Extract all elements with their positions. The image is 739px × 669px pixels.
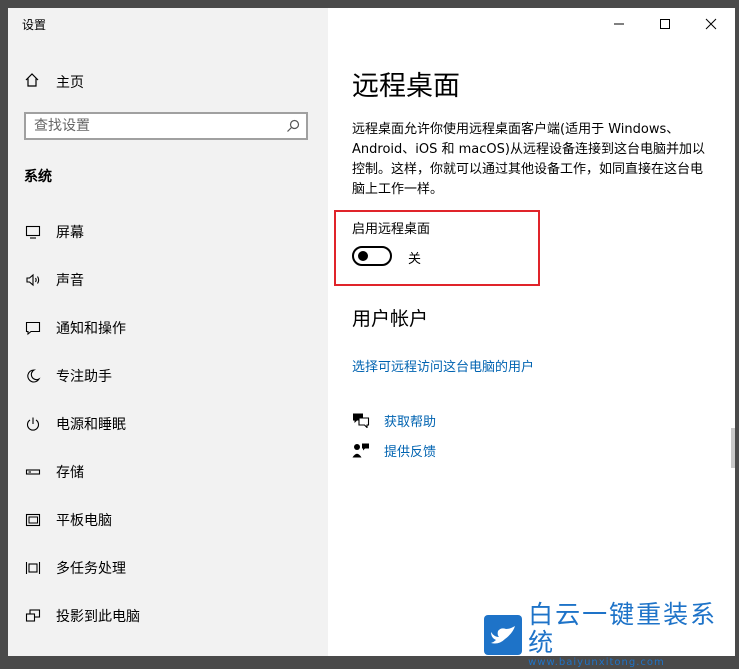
- sidebar-item-label: 多任务处理: [56, 561, 126, 577]
- page-description: 远程桌面允许你使用远程桌面客户端(适用于 Windows、Android、iOS…: [352, 122, 705, 197]
- sidebar-item-label: 投影到此电脑: [56, 609, 140, 625]
- watermark-title: 白云一键重装系统: [528, 600, 718, 657]
- sidebar-item-sound[interactable]: 声音: [8, 256, 328, 304]
- remote-desktop-toggle[interactable]: [352, 246, 392, 266]
- bird-logo-icon: [484, 615, 523, 655]
- maximize-icon: [659, 15, 671, 34]
- sidebar-item-display[interactable]: 屏幕: [8, 208, 328, 256]
- give-feedback-row[interactable]: 提供反馈: [352, 440, 436, 460]
- maximize-button[interactable]: [642, 8, 688, 40]
- select-users-link[interactable]: 选择可远程访问这台电脑的用户: [352, 356, 534, 375]
- project-icon: [24, 607, 42, 625]
- home-nav-item[interactable]: 主页: [24, 72, 84, 92]
- search-input[interactable]: [26, 114, 280, 138]
- sidebar-item-label: 屏幕: [56, 225, 84, 241]
- notification-icon: [24, 319, 42, 337]
- sidebar-item-label: 存储: [56, 465, 84, 481]
- get-help-link: 获取帮助: [384, 414, 437, 430]
- get-help-row[interactable]: 获取帮助: [352, 410, 436, 430]
- help-chat-icon: [352, 411, 370, 429]
- power-icon: [24, 415, 42, 433]
- moon-icon: [24, 367, 42, 385]
- section-title: 系统: [24, 169, 52, 185]
- tablet-icon: [24, 511, 42, 529]
- speaker-icon: [24, 271, 42, 289]
- sidebar-nav: 屏幕 声音 通知和操作 专注助手 电源和睡眠 存储 平板电脑 多任务处理 投影到…: [8, 208, 328, 640]
- scrollbar-edge[interactable]: [731, 428, 735, 468]
- sidebar-item-label: 专注助手: [56, 369, 112, 385]
- watermark: 白云一键重装系统 www.baiyunxitong.com: [484, 601, 734, 668]
- storage-icon: [24, 463, 42, 481]
- sidebar-item-label: 平板电脑: [56, 513, 112, 529]
- search-box: [24, 112, 308, 140]
- sidebar-item-multitasking[interactable]: 多任务处理: [8, 544, 328, 592]
- main-content: 远程桌面 远程桌面允许你使用远程桌面客户端(适用于 Windows、Androi…: [328, 8, 735, 656]
- watermark-text: 白云一键重装系统 www.baiyunxitong.com: [528, 601, 734, 669]
- settings-window: 设置 主页 系统 屏幕 声: [8, 8, 735, 656]
- toggle-label: 启用远程桌面: [352, 222, 431, 237]
- sidebar-item-notifications[interactable]: 通知和操作: [8, 304, 328, 352]
- watermark-url: www.baiyunxitong.com: [528, 657, 665, 668]
- sidebar-item-power-sleep[interactable]: 电源和睡眠: [8, 400, 328, 448]
- home-label: 主页: [56, 75, 84, 91]
- feedback-icon: [352, 441, 370, 459]
- sidebar-item-storage[interactable]: 存储: [8, 448, 328, 496]
- sidebar-item-focus-assist[interactable]: 专注助手: [8, 352, 328, 400]
- sidebar-item-label: 通知和操作: [56, 321, 126, 337]
- close-button[interactable]: [688, 8, 734, 40]
- sidebar-item-label: 声音: [56, 273, 84, 289]
- minimize-icon: [613, 15, 625, 34]
- multitask-icon: [24, 559, 42, 577]
- sidebar-item-tablet[interactable]: 平板电脑: [8, 496, 328, 544]
- user-accounts-title: 用户帐户: [352, 308, 429, 330]
- sidebar-item-label: 电源和睡眠: [56, 417, 126, 433]
- search-icon[interactable]: [280, 114, 306, 138]
- toggle-state-text: 关: [408, 252, 422, 267]
- minimize-button[interactable]: [596, 8, 642, 40]
- page-title: 远程桌面: [352, 71, 460, 102]
- close-icon: [705, 15, 717, 34]
- toggle-knob: [358, 251, 368, 261]
- give-feedback-link: 提供反馈: [384, 444, 437, 460]
- window-title: 设置: [22, 18, 47, 32]
- monitor-icon: [24, 223, 42, 241]
- sidebar-item-project-to-pc[interactable]: 投影到此电脑: [8, 592, 328, 640]
- home-icon: [24, 72, 40, 92]
- sidebar: 设置 主页 系统 屏幕 声: [8, 8, 328, 656]
